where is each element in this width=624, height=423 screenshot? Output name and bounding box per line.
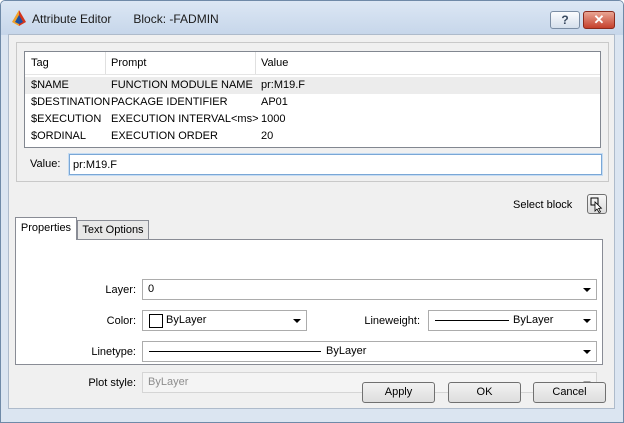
attribute-row-ordinal[interactable]: $ORDINAL EXECUTION ORDER 20 <box>25 128 600 145</box>
attribute-row-execution[interactable]: $EXECUTION EXECUTION INTERVAL<ms> 1000 <box>25 111 600 128</box>
dialog-body: Tag Prompt Value $NAME FUNCTION MODULE N… <box>8 34 615 409</box>
value-field[interactable] <box>69 154 602 175</box>
value-label: Value: <box>30 158 61 170</box>
tab-properties[interactable]: Properties <box>15 217 77 240</box>
apply-button[interactable]: Apply <box>362 382 435 403</box>
row-value: AP01 <box>261 96 288 108</box>
row-prompt: EXECUTION ORDER <box>111 130 218 142</box>
row-prompt: PACKAGE IDENTIFIER <box>111 96 228 108</box>
linetype-value: ByLayer <box>326 345 367 357</box>
column-header-prompt[interactable]: Prompt <box>111 52 146 74</box>
attributes-list[interactable]: Tag Prompt Value $NAME FUNCTION MODULE N… <box>24 51 601 148</box>
row-tag: $ORDINAL <box>31 130 87 142</box>
window-title: Attribute Editor Block: -FADMIN <box>32 12 219 26</box>
chevron-down-icon <box>583 319 591 323</box>
row-prompt: EXECUTION INTERVAL<ms> <box>111 113 259 125</box>
linetype-label: Linetype: <box>91 346 136 358</box>
value-input[interactable] <box>70 156 593 173</box>
color-label: Color: <box>106 315 136 327</box>
row-prompt: FUNCTION MODULE NAME <box>111 79 253 91</box>
tab-properties-label: Properties <box>20 222 72 234</box>
help-button[interactable]: ? <box>550 11 580 29</box>
row-tag: $NAME <box>31 79 69 91</box>
chevron-down-icon <box>583 288 591 292</box>
attribute-row-name[interactable]: $NAME FUNCTION MODULE NAME pr:M19.F <box>25 77 600 94</box>
select-block-icon <box>590 197 603 214</box>
tab-text-options[interactable]: Text Options <box>77 220 149 240</box>
lineweight-sample <box>435 320 509 321</box>
row-value: 20 <box>261 130 274 142</box>
list-header: Tag Prompt Value <box>25 52 600 75</box>
block-name-label: Block: -FADMIN <box>133 12 219 26</box>
linetype-dropdown[interactable]: ByLayer <box>142 341 597 362</box>
layer-label: Layer: <box>105 284 136 296</box>
color-swatch <box>149 314 163 328</box>
attribute-row-destination[interactable]: $DESTINATION PACKAGE IDENTIFIER AP01 <box>25 94 600 111</box>
column-divider[interactable] <box>105 52 106 74</box>
row-tag: $EXECUTION <box>31 113 102 125</box>
column-header-tag[interactable]: Tag <box>31 52 49 74</box>
row-value: 1000 <box>261 113 286 125</box>
close-icon: ✕ <box>593 12 605 27</box>
lineweight-label: Lineweight: <box>364 315 420 327</box>
layer-value: 0 <box>148 283 155 295</box>
lineweight-dropdown[interactable]: ByLayer <box>428 310 597 331</box>
linetype-sample <box>149 351 321 352</box>
chevron-down-icon <box>293 319 301 323</box>
select-block-label: Select block <box>513 199 573 211</box>
window-title-text: Attribute Editor <box>32 12 112 26</box>
column-header-value[interactable]: Value <box>261 52 288 74</box>
attributes-group: Tag Prompt Value $NAME FUNCTION MODULE N… <box>16 42 609 182</box>
title-bar[interactable]: Attribute Editor Block: -FADMIN ? ✕ <box>1 1 623 35</box>
cancel-button[interactable]: Cancel <box>533 382 606 403</box>
row-tag: $DESTINATION <box>31 96 111 108</box>
close-button[interactable]: ✕ <box>583 11 615 29</box>
chevron-down-icon <box>583 350 591 354</box>
row-value: pr:M19.F <box>261 79 306 91</box>
help-icon: ? <box>561 13 569 27</box>
plot-style-label: Plot style: <box>88 377 136 389</box>
color-value: ByLayer <box>166 314 207 326</box>
tab-text-options-label: Text Options <box>82 224 144 236</box>
ok-button[interactable]: OK <box>448 382 521 403</box>
lineweight-value: ByLayer <box>513 314 554 326</box>
layer-dropdown[interactable]: 0 <box>142 279 597 300</box>
attribute-editor-window: Attribute Editor Block: -FADMIN ? ✕ Tag P… <box>0 0 624 423</box>
color-dropdown[interactable]: ByLayer <box>142 310 307 331</box>
properties-panel: Layer: 0 Color: ByLayer Lineweight: ByLa… <box>15 239 603 393</box>
app-icon <box>12 10 26 26</box>
plot-style-value: ByLayer <box>148 376 189 388</box>
select-block-button[interactable] <box>587 194 607 214</box>
column-divider[interactable] <box>255 52 256 74</box>
